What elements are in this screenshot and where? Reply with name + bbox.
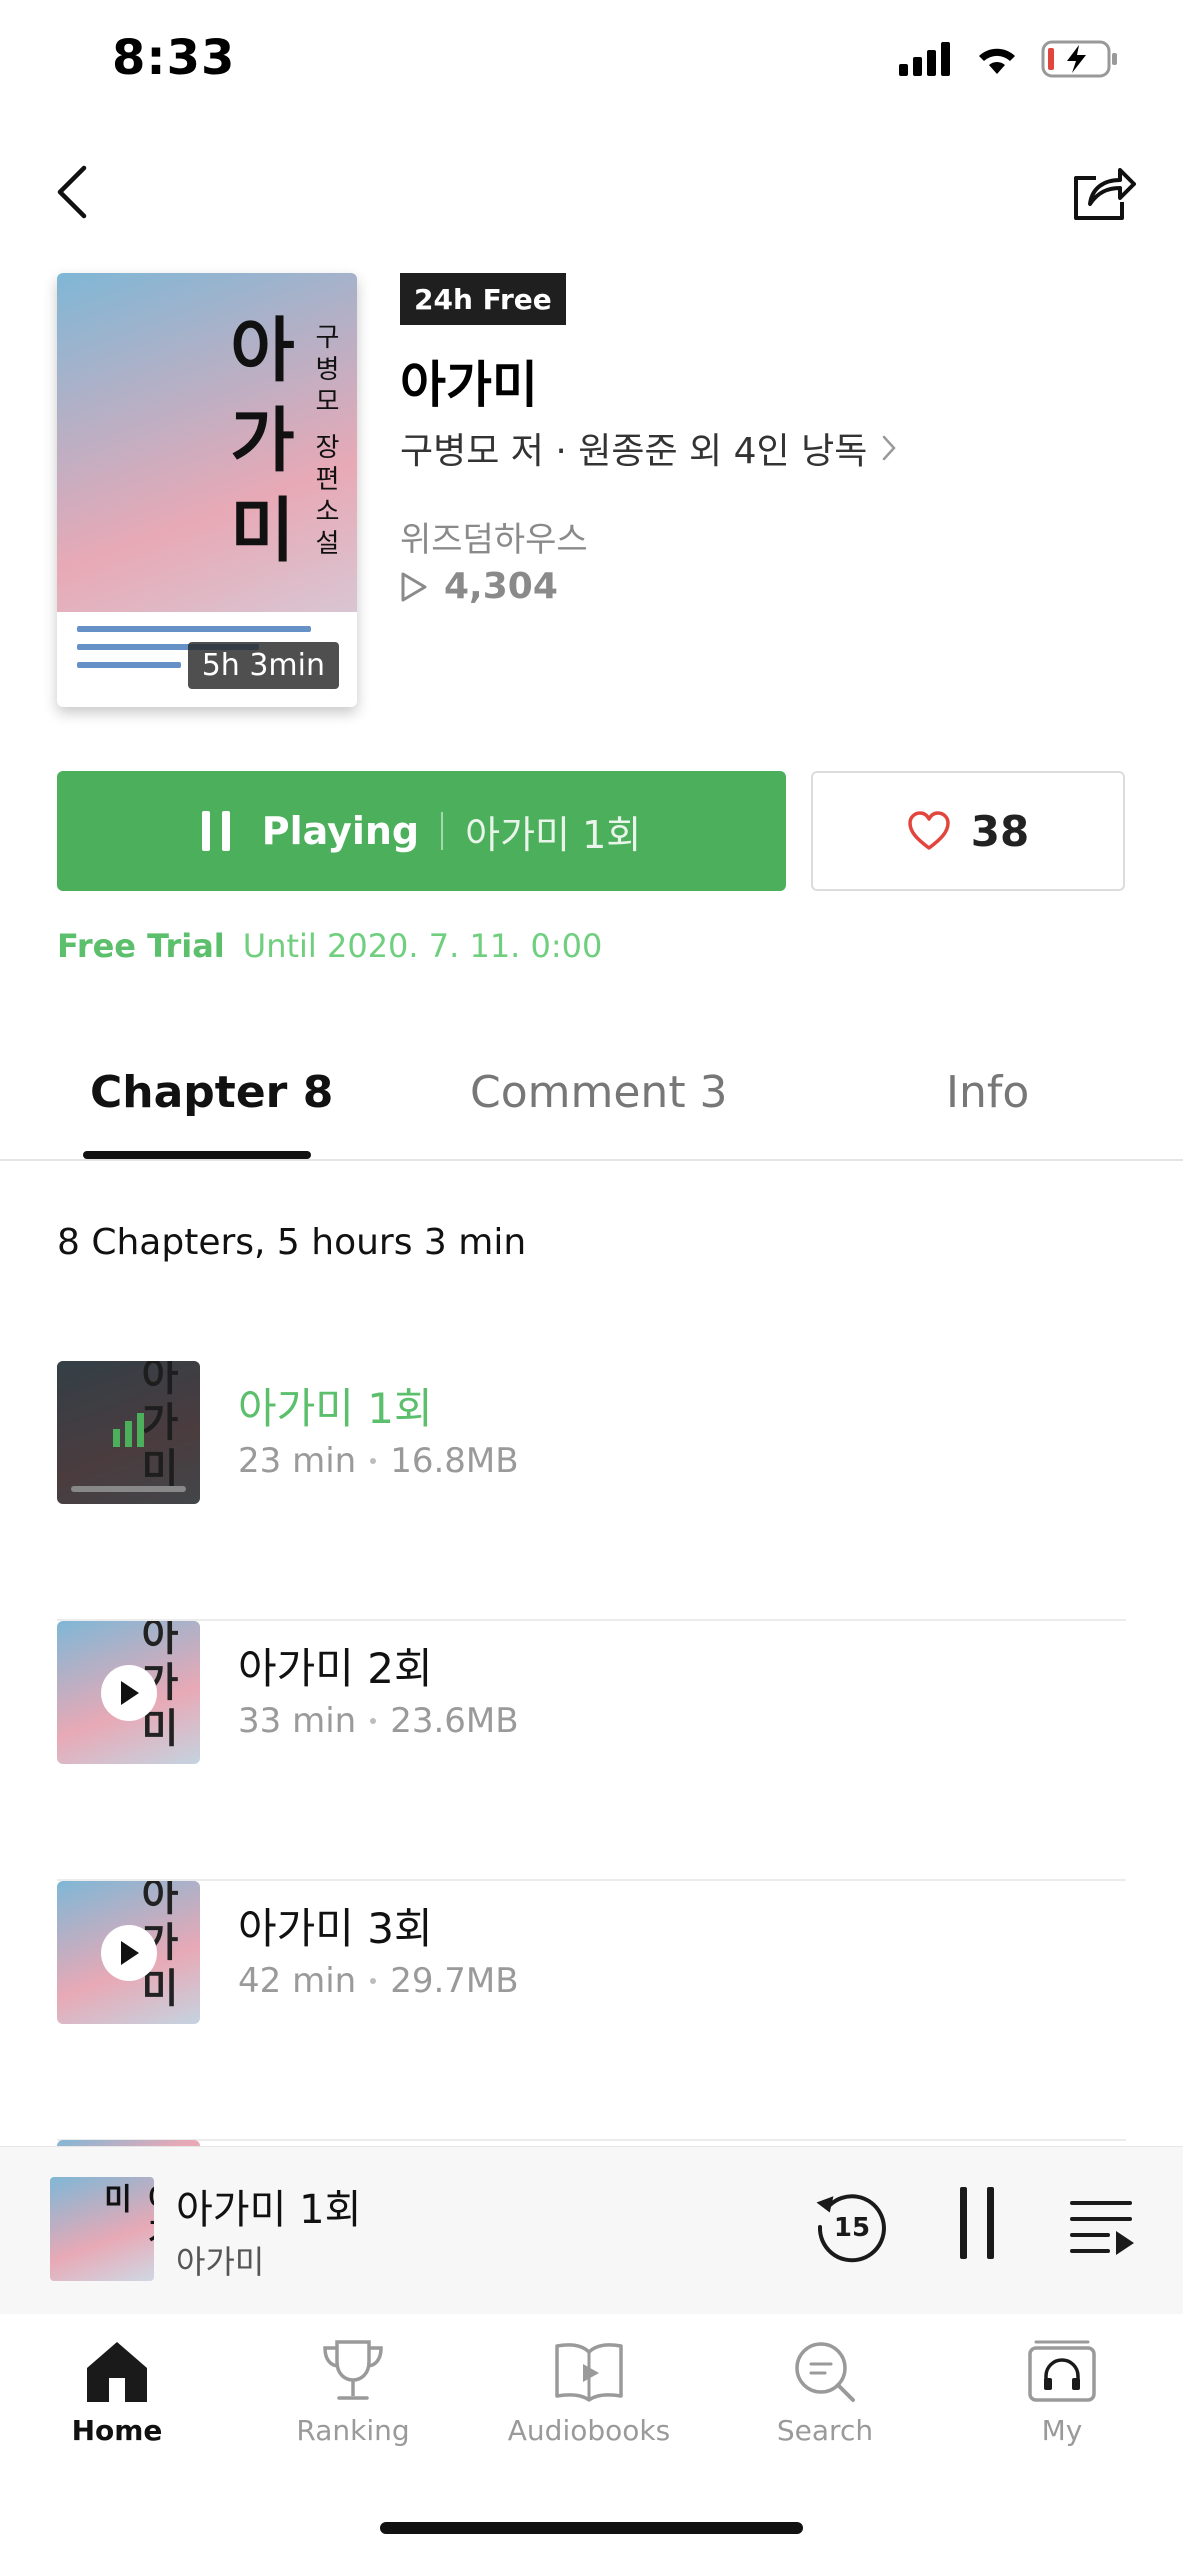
status-icons (899, 40, 1119, 78)
chapter-meta: 33 min 23.6MB (238, 1701, 519, 1741)
tab-comments[interactable]: Comment 3 (470, 1067, 728, 1118)
playing-button[interactable]: Playing 아가미 1회 (57, 771, 786, 891)
chapter-row[interactable]: 아가미 아가미 2회 33 min 23.6MB (57, 1621, 1126, 1881)
chapter-thumbnail: 아가미 (57, 1621, 200, 1764)
tab-chapters[interactable]: Chapter 8 (90, 1067, 333, 1118)
free-badge: 24h Free (400, 273, 566, 325)
pause-icon (201, 811, 230, 851)
battery-charging-icon (1041, 40, 1117, 78)
status-time: 8:33 (112, 30, 236, 86)
chapter-title: 아가미 3회 (238, 1904, 433, 1953)
play-icon[interactable] (101, 1665, 157, 1721)
cover-subtitle: 구병모 장편소설 (310, 323, 340, 562)
tab-home[interactable]: Home (17, 2338, 217, 2447)
trial-label: Free Trial (57, 927, 225, 965)
play-outline-icon (401, 572, 427, 601)
author-link[interactable]: 구병모 저 · 원종준 외 4인 낭독 (400, 422, 897, 474)
share-icon (1074, 168, 1136, 220)
svg-text:15: 15 (834, 2213, 870, 2243)
play-count: 4,304 (400, 566, 558, 607)
tab-audiobooks[interactable]: Audiobooks (489, 2338, 689, 2447)
mini-player-subtitle: 아가미 (176, 2243, 265, 2281)
chapter-title: 아가미 2회 (238, 1644, 433, 1693)
tab-label: Home (71, 2414, 163, 2447)
chapter-duration: 42 min (238, 1961, 357, 2001)
tab-indicator (83, 1151, 311, 1159)
like-count: 38 (970, 806, 1030, 856)
chapter-duration: 23 min (238, 1441, 357, 1481)
cellular-signal-icon (899, 42, 950, 76)
chapter-row[interactable]: 아가미 아가미 3회 42 min 29.7MB (57, 1881, 1126, 2141)
chapter-duration: 33 min (238, 1701, 357, 1741)
rewind-15-button[interactable]: 15 (810, 2183, 894, 2267)
cover-title: 아가미 (216, 313, 298, 583)
chapter-size: 29.7MB (390, 1961, 519, 2001)
rewind-icon: 15 (816, 2194, 886, 2263)
tab-my[interactable]: My (962, 2338, 1162, 2447)
book-cover: 아가미 구병모 장편소설 5h 3min (57, 273, 357, 707)
play-count-value: 4,304 (444, 566, 558, 607)
home-indicator (380, 2522, 803, 2534)
search-icon (795, 2342, 855, 2402)
tab-search[interactable]: Search (725, 2338, 925, 2447)
equalizer-icon (113, 1413, 144, 1447)
playlist-button[interactable] (1068, 2191, 1138, 2261)
tab-label: Ranking (296, 2414, 410, 2447)
chapter-thumbnail: 아가미 (57, 1361, 200, 1504)
heart-icon (908, 811, 950, 850)
back-button[interactable] (36, 150, 106, 234)
playing-chapter: 아가미 1회 (465, 812, 642, 857)
tab-bar-content: Chapter 8 Comment 3 Info (0, 1045, 1183, 1161)
chapter-title: 아가미 1회 (238, 1384, 433, 1433)
tab-ranking[interactable]: Ranking (253, 2338, 453, 2447)
publisher: 위즈덤하우스 (400, 520, 588, 560)
playlist-icon (1070, 2201, 1134, 2255)
mini-player-cover: 아가미 (50, 2177, 154, 2281)
chapter-meta: 23 min 16.8MB (238, 1441, 519, 1481)
chapter-size: 23.6MB (390, 1701, 519, 1741)
chapter-row[interactable]: 아가미 아가미 1회 23 min 16.8MB (57, 1361, 1126, 1621)
tab-label: My (1041, 2414, 1083, 2447)
mini-player[interactable]: 아가미 아가미 1회 아가미 15 (0, 2146, 1183, 2314)
mini-player-title: 아가미 1회 (176, 2187, 362, 2233)
book-icon (555, 2343, 623, 2402)
book-title: 아가미 (400, 356, 538, 414)
chevron-right-icon (883, 435, 897, 461)
chapter-meta: 42 min 29.7MB (238, 1961, 519, 2001)
chevron-left-icon (57, 165, 87, 219)
author-text: 구병모 저 · 원종준 외 4인 낭독 (400, 431, 868, 472)
home-icon (87, 2342, 147, 2402)
play-icon[interactable] (101, 1925, 157, 1981)
trial-date: Until 2020. 7. 11. 0:00 (242, 927, 603, 965)
playing-label: Playing (261, 809, 420, 853)
like-button[interactable]: 38 (811, 771, 1125, 891)
divider (441, 812, 444, 850)
trophy-icon (323, 2340, 383, 2400)
chapter-size: 16.8MB (390, 1441, 519, 1481)
free-trial-info: Free Trial Until 2020. 7. 11. 0:00 (57, 927, 602, 965)
chapter-thumbnail: 아가미 (57, 1881, 200, 2024)
tab-info[interactable]: Info (946, 1067, 1029, 1118)
wifi-icon (979, 48, 1015, 74)
duration-badge: 5h 3min (187, 642, 339, 689)
tab-label: Audiobooks (507, 2414, 671, 2447)
pause-button[interactable] (950, 2187, 1004, 2267)
share-button[interactable] (1063, 150, 1143, 234)
chapter-progress (71, 1486, 186, 1492)
headphones-icon (1028, 2340, 1096, 2402)
tab-label: Search (776, 2414, 874, 2447)
chapter-summary: 8 Chapters, 5 hours 3 min (57, 1222, 527, 1263)
